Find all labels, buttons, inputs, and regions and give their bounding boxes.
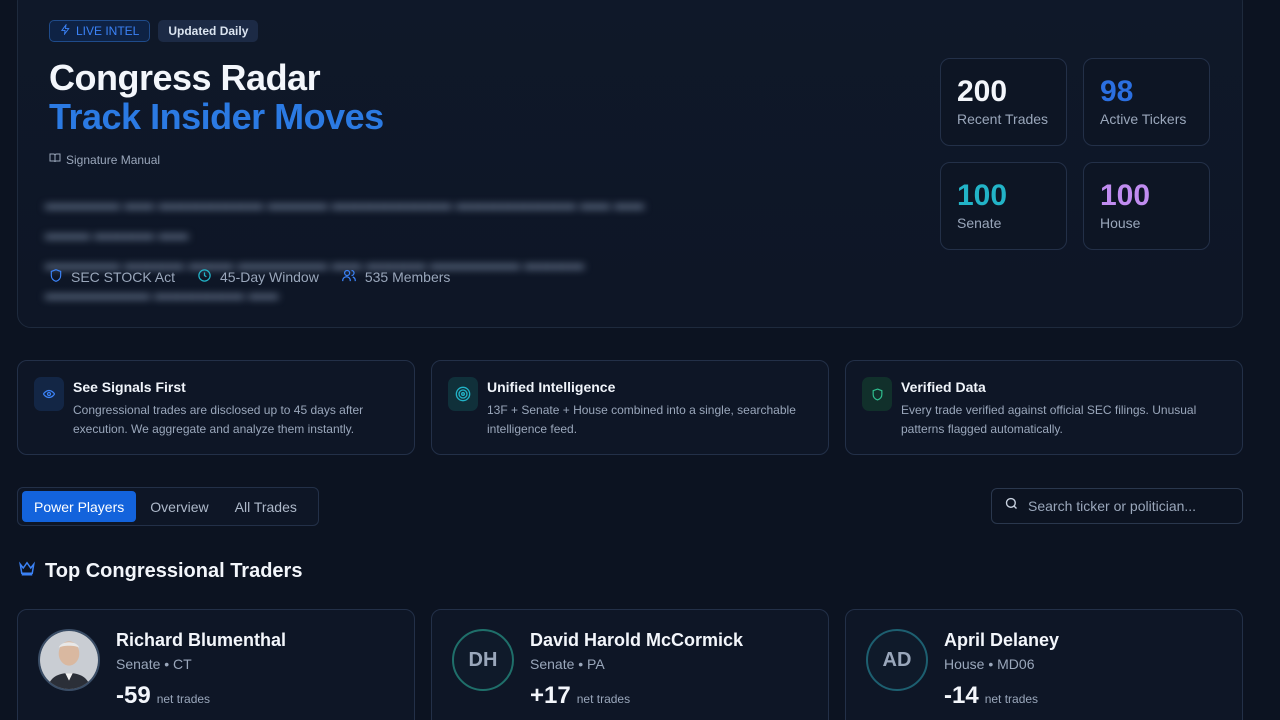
trader-chamber: Senate • CT (116, 656, 192, 672)
tab-power-players[interactable]: Power Players (22, 491, 137, 522)
hero-badges: LIVE INTEL Updated Daily (49, 20, 259, 42)
net-trades-label: net trades (156, 692, 211, 706)
trader-card[interactable]: AD April Delaney House • MD06 -14 net tr… (845, 609, 1243, 720)
blurred-description: ▬▬▬▬▬ ▬▬ ▬▬▬▬▬▬▬ ▬▬▬▬ ▬▬▬▬▬▬▬▬ ▬▬▬▬▬▬▬▬ … (45, 196, 645, 303)
stat-label: House (1100, 215, 1141, 231)
avatar: DH (452, 629, 514, 691)
feature-title: Unified Intelligence (487, 379, 616, 395)
trader-card[interactable]: Richard Blumenthal Senate • CT -59 net t… (17, 609, 415, 720)
feature-description: 13F + Senate + House combined into a sin… (487, 403, 796, 436)
stat-value: 200 (957, 75, 1008, 108)
view-tabs: Power Players Overview All Trades (17, 487, 319, 526)
trader-card[interactable]: DH David Harold McCormick Senate • PA +1… (431, 609, 829, 720)
trader-name: April Delaney (944, 630, 1060, 650)
meta-item: 535 Members (341, 268, 450, 286)
stat-card-senate: 100 Senate (940, 162, 1067, 250)
search-icon (1004, 496, 1019, 516)
feature-title: See Signals First (73, 379, 186, 395)
trader-net: +17 net trades (530, 682, 630, 710)
section-header: Top Congressional Traders (17, 559, 302, 583)
page-title: Congress Radar (49, 57, 321, 98)
stat-card-active-tickers: 98 Active Tickers (1083, 58, 1210, 146)
net-trades-value: -14 (944, 682, 979, 709)
avatar: AD (866, 629, 928, 691)
tab-all-trades[interactable]: All Trades (223, 491, 309, 522)
stat-value: 100 (1100, 179, 1151, 212)
users-icon (341, 268, 357, 286)
stat-value: 100 (957, 179, 1008, 212)
stat-label: Recent Trades (957, 111, 1049, 127)
trader-chamber: Senate • PA (530, 656, 605, 672)
trader-net: -59 net trades (116, 682, 210, 710)
avatar (38, 629, 100, 691)
hero-meta: SEC STOCK Act 45-Day Window 535 Members (49, 268, 450, 286)
stat-label: Active Tickers (1100, 111, 1187, 127)
updated-daily-badge: Updated Daily (158, 20, 259, 42)
feature-card-signals: See Signals First Congressional trades a… (17, 360, 415, 455)
meta-item: 45-Day Window (197, 268, 319, 286)
clock-icon (197, 268, 212, 286)
stat-card-recent-trades: 200 Recent Trades (940, 58, 1067, 146)
net-trades-value: -59 (116, 682, 151, 709)
portrait-photo (40, 631, 98, 689)
target-icon (448, 377, 478, 411)
stat-card-house: 100 House (1083, 162, 1210, 250)
search-box[interactable] (991, 488, 1243, 524)
meta-item: SEC STOCK Act (49, 268, 175, 286)
eye-icon (34, 377, 64, 411)
feature-card-intelligence: Unified Intelligence 13F + Senate + Hous… (431, 360, 829, 455)
page-subtitle: Track Insider Moves (49, 96, 384, 137)
feature-card-verified: Verified Data Every trade verified again… (845, 360, 1243, 455)
search-input[interactable] (1028, 498, 1218, 514)
feature-description: Every trade verified against official SE… (901, 403, 1197, 436)
trader-name: David Harold McCormick (530, 630, 744, 650)
signature-manual-link[interactable]: Signature Manual (49, 152, 160, 167)
net-trades-label: net trades (576, 692, 631, 706)
stat-value: 98 (1100, 75, 1134, 108)
stat-label: Senate (957, 215, 1002, 231)
live-intel-badge: LIVE INTEL (49, 20, 151, 42)
bolt-icon (60, 23, 71, 38)
trader-net: -14 net trades (944, 682, 1038, 710)
crown-icon (17, 559, 37, 583)
shield-icon (49, 268, 63, 286)
trader-chamber: House • MD06 (944, 656, 1035, 672)
tab-overview[interactable]: Overview (138, 491, 220, 522)
feature-description: Congressional trades are disclosed up to… (73, 403, 364, 436)
net-trades-label: net trades (984, 692, 1039, 706)
feature-title: Verified Data (901, 379, 986, 395)
trader-name: Richard Blumenthal (116, 630, 287, 650)
net-trades-value: +17 (530, 682, 571, 709)
shield-icon (862, 377, 892, 411)
book-icon (49, 152, 61, 167)
